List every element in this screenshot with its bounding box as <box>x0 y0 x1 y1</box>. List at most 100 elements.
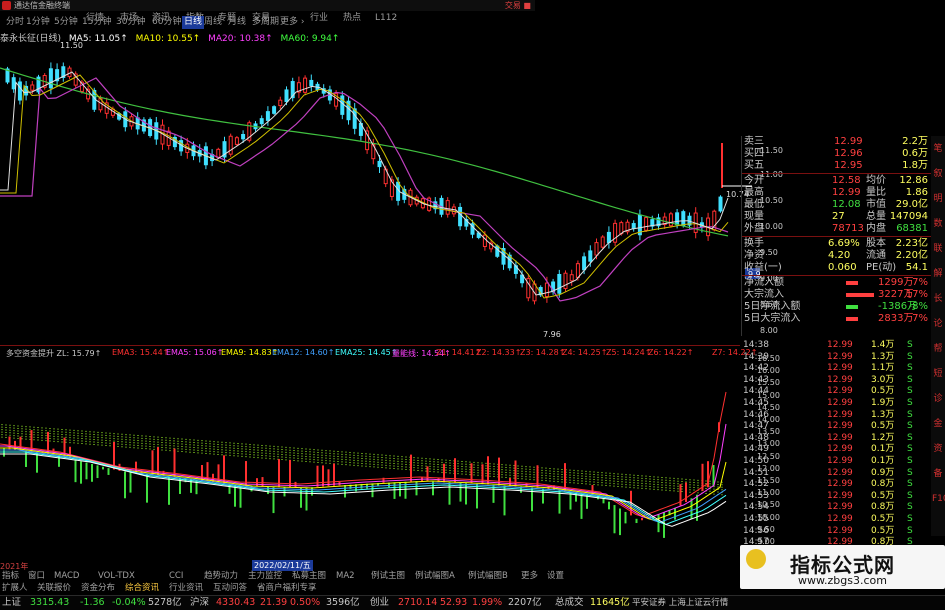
candle-body <box>241 133 246 140</box>
indicator-tab[interactable]: 主力监控 <box>248 570 282 582</box>
candle-body <box>588 250 593 262</box>
trade-side: S <box>907 479 913 490</box>
info-tab[interactable]: 行业资讯 <box>169 582 203 594</box>
trade-volume: 1.3万 <box>871 351 895 362</box>
trade-time: 14:45 <box>743 398 769 408</box>
trade-volume: 1.9万 <box>871 398 895 408</box>
trade-row: 14:38 12.99 1.4万 S <box>741 340 931 352</box>
trade-side: S <box>907 374 913 385</box>
side-tab[interactable]: 金 <box>932 419 944 430</box>
info-tab[interactable]: 省商户福利专享 <box>257 582 317 594</box>
info-tab[interactable]: 关联报价 <box>37 582 71 594</box>
indicator-tab[interactable]: 例试主图 <box>371 570 405 582</box>
menu-item[interactable]: 热点 <box>343 11 361 25</box>
total-label: 总成交 <box>555 597 584 608</box>
indicator-tab[interactable]: 私募主图 <box>292 570 326 582</box>
fund-flow-bar <box>846 281 858 285</box>
order-book-label: 卖三 <box>744 136 764 147</box>
app-logo-icon <box>2 1 11 10</box>
side-tab[interactable]: 长 <box>932 294 944 305</box>
indicator-tab[interactable]: 趋势动力 <box>204 570 238 582</box>
candle-body <box>675 212 680 226</box>
side-tab[interactable]: F10 <box>932 494 945 505</box>
side-tab[interactable]: 诊 <box>932 394 944 405</box>
menu-item[interactable]: L112 <box>375 11 397 25</box>
trade-side: S <box>907 490 913 501</box>
divider <box>742 275 932 276</box>
indicator-tab[interactable]: VOL-TDX <box>98 570 135 582</box>
trade-price: 12.99 <box>827 351 853 362</box>
total-value: 11645亿 <box>590 597 630 608</box>
candle-body <box>303 77 308 93</box>
indicator-chart[interactable] <box>0 356 740 562</box>
candle-body <box>644 217 649 231</box>
side-tab[interactable]: 帮 <box>932 344 944 355</box>
divider <box>742 236 932 237</box>
trade-time: 14:44 <box>743 386 769 397</box>
sh-label[interactable]: 上证 <box>2 596 21 610</box>
side-tab[interactable]: 叙 <box>932 169 944 180</box>
price-chart[interactable]: 11.50 7.96 10.74 9.96 <box>0 28 760 346</box>
cy-label[interactable]: 创业 <box>370 596 389 610</box>
trade-price: 12.99 <box>827 363 853 374</box>
trade-row: 14:42 12.99 1.1万 S <box>741 363 931 375</box>
candle-body <box>30 84 35 91</box>
info-tab[interactable]: 扩展人 <box>2 582 28 594</box>
trade-time: 14:54 <box>743 502 769 513</box>
trade-price: 12.99 <box>827 340 853 350</box>
info-tab[interactable]: 综合资讯 <box>125 582 159 594</box>
indicator-tab[interactable]: 指标 <box>2 570 19 582</box>
trade-price: 12.99 <box>827 456 853 466</box>
sh-change: -1.36 <box>80 597 105 608</box>
candle-body <box>451 206 456 215</box>
indicator-tab[interactable]: 例试幅图B <box>468 570 508 582</box>
side-tab[interactable]: 论 <box>932 319 944 330</box>
indicator-tab[interactable]: 例试幅图A <box>415 570 455 582</box>
sh-value: 3315.43 <box>30 597 70 608</box>
indicator-tab[interactable]: MA2 <box>336 570 355 582</box>
ma20-line <box>0 77 729 302</box>
trade-volume: 0.5万 <box>871 386 895 397</box>
trade-side: S <box>907 363 913 374</box>
stat-row: 收益(一) 0.060 PE(动) 54.1 <box>742 262 932 274</box>
indicator-tab[interactable]: CCI <box>169 570 183 582</box>
order-book-price: 12.96 <box>834 148 863 159</box>
stat-value: 68381 <box>896 223 928 234</box>
trade-side: S <box>907 351 913 362</box>
fund-flow-row: 5日大宗流入 2833万 7% <box>742 313 932 325</box>
order-book-row: 买五 12.95 1.8万 <box>742 160 932 172</box>
watermark: 指标公式网 www.zbgs3.com <box>740 545 945 589</box>
order-book-label: 买五 <box>744 160 764 171</box>
side-tab[interactable]: 短 <box>932 369 944 380</box>
broker-name: 平安证券 上海上证云行情 <box>632 598 729 608</box>
candle-body <box>11 77 16 90</box>
indicator-tab[interactable]: MACD <box>54 570 79 582</box>
hs-label[interactable]: 沪深 <box>190 596 209 610</box>
trade-side: S <box>907 502 913 513</box>
candle-body <box>265 111 270 121</box>
indicator-tab[interactable]: 更多 <box>521 570 538 582</box>
stat-value: 6.69% <box>828 238 860 249</box>
side-tab[interactable]: 备 <box>932 469 944 480</box>
candle-body <box>606 231 611 243</box>
menu-item[interactable]: 行业 <box>310 11 328 25</box>
side-tab[interactable]: 数 <box>932 219 944 230</box>
trade-button[interactable]: 交易 ■ <box>505 0 531 11</box>
fund-flow-value: 2833万 <box>878 313 914 324</box>
side-tab[interactable]: 资 <box>932 444 944 455</box>
candlesticks <box>5 62 752 305</box>
info-tab[interactable]: 资金分布 <box>81 582 115 594</box>
fund-flow-label: 大宗流入 <box>744 289 784 300</box>
hs-value: 4330.43 <box>216 597 256 608</box>
side-tab[interactable]: 笔 <box>932 144 944 155</box>
trade-volume: 0.1万 <box>871 444 895 455</box>
indicator-tab[interactable]: 设置 <box>547 570 564 582</box>
trade-side: S <box>907 421 913 432</box>
side-tab[interactable]: 解 <box>932 269 944 280</box>
side-tab[interactable]: 联 <box>932 244 944 255</box>
side-tab[interactable]: 明 <box>932 194 944 205</box>
candle-body <box>718 196 723 212</box>
trade-volume: 3.0万 <box>871 374 895 385</box>
indicator-tab[interactable]: 窗口 <box>28 570 45 582</box>
info-tab[interactable]: 互动问答 <box>213 582 247 594</box>
